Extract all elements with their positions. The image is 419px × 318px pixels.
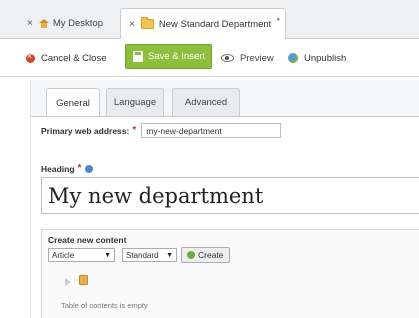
create-content-title: Create new content	[48, 235, 127, 245]
close-tab-new-department-button[interactable]: ×	[129, 19, 135, 30]
toc-empty-text: Table of contents is empty	[61, 301, 148, 310]
tab-new-standard-department[interactable]: × New Standard Department *	[120, 8, 286, 39]
save-insert-button[interactable]: Save & Insert	[125, 44, 212, 69]
template-select[interactable]: Standard ▼	[122, 248, 177, 262]
tab-label: My Desktop	[52, 17, 103, 29]
tab-advanced[interactable]: Advanced	[172, 88, 240, 116]
address-label: Primary web address:	[41, 125, 130, 136]
required-marker: *	[77, 163, 82, 174]
cancel-icon	[26, 51, 35, 63]
unsaved-marker: *	[276, 15, 281, 27]
document-tab-bar: × My Desktop × New Standard Department *	[0, 0, 419, 39]
save-icon	[133, 51, 143, 62]
create-content-section: Create new content Article ▼ Standard ▼ …	[41, 229, 419, 318]
eye-icon	[221, 54, 234, 62]
address-row: Primary web address: *	[41, 123, 282, 138]
tab-label: New Standard Department	[158, 18, 272, 30]
close-tab-my-desktop-button[interactable]: ×	[27, 18, 33, 29]
required-marker: *	[132, 125, 137, 136]
cancel-close-label: Cancel & Close	[41, 52, 107, 64]
preview-button[interactable]: Preview	[221, 48, 274, 68]
unpublish-label: Unpublish	[304, 52, 347, 64]
globe-icon	[288, 53, 298, 63]
folder-icon	[140, 17, 154, 29]
tab-general[interactable]: General	[46, 88, 100, 117]
chevron-down-icon: ▼	[166, 251, 173, 259]
heading-input[interactable]	[41, 177, 419, 214]
save-insert-label: Save & Insert	[148, 51, 206, 62]
primary-address-input[interactable]	[141, 123, 282, 138]
tab-my-desktop[interactable]: × My Desktop	[20, 8, 118, 38]
heading-label-row: Heading *	[41, 163, 94, 174]
unpublish-button[interactable]: Unpublish	[288, 48, 346, 68]
tab-language[interactable]: Language	[106, 88, 164, 116]
arrow-icon[interactable]	[65, 278, 71, 286]
heading-label: Heading	[41, 163, 75, 174]
create-icon	[187, 251, 195, 259]
create-button[interactable]: Create	[181, 247, 230, 263]
cancel-close-button[interactable]: Cancel & Close	[26, 48, 106, 68]
chevron-down-icon: ▼	[104, 251, 111, 259]
content-type-select[interactable]: Article ▼	[48, 248, 115, 262]
general-form: Primary web address: * Heading * Create …	[31, 117, 419, 318]
content-type-value: Article	[52, 250, 75, 260]
help-icon[interactable]	[85, 164, 94, 173]
create-label: Create	[198, 250, 224, 260]
preview-label: Preview	[240, 52, 274, 64]
editor-toolbar: Cancel & Close Save & Insert Preview Unp…	[0, 39, 419, 77]
home-icon	[38, 18, 49, 28]
template-value: Standard	[126, 250, 159, 260]
edit-panel: General Language Advanced Primary web ad…	[30, 80, 419, 318]
paste-icon[interactable]	[79, 275, 88, 285]
